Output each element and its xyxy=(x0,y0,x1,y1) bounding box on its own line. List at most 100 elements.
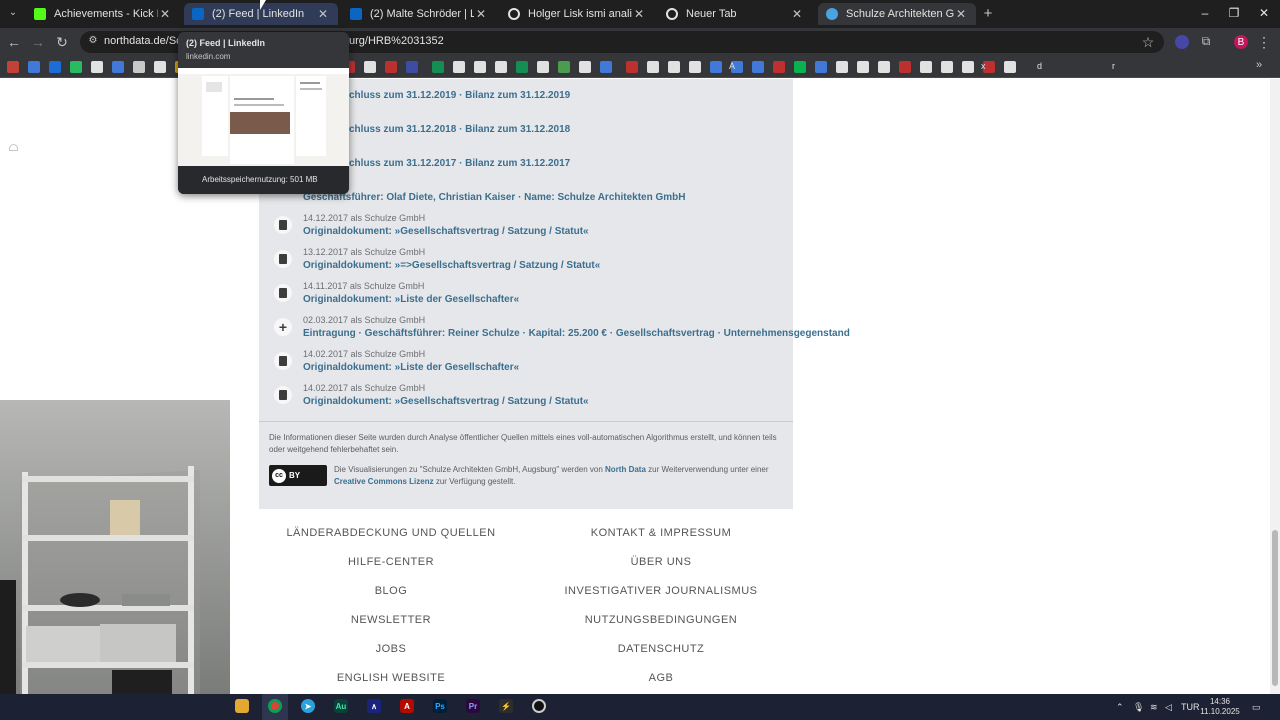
file-explorer-icon[interactable] xyxy=(235,699,249,713)
volume-icon[interactable]: ◁ xyxy=(1165,702,1172,713)
premiere-icon[interactable]: Pr xyxy=(466,699,480,713)
obs-icon[interactable] xyxy=(532,699,546,713)
tab-linkedin-malte[interactable]: (2) Malte Schröder | LinkedIn ✕ xyxy=(342,3,496,25)
minimize-button[interactable]: – xyxy=(1196,6,1214,20)
footer-link-journalism[interactable]: INVESTIGATIVER JOURNALISMUS xyxy=(530,585,792,597)
bookmark-favicon-icon[interactable] xyxy=(385,61,397,73)
extensions-puzzle-icon[interactable]: ⧉ xyxy=(1197,34,1215,49)
creative-commons-link[interactable]: Creative Commons Lizenz xyxy=(334,477,434,486)
bookmark-favicon-icon[interactable] xyxy=(878,61,890,73)
history-entry-title[interactable]: Originaldokument: »=>Gesellschaftsvertra… xyxy=(303,260,600,271)
history-entry-title[interactable]: Originaldokument: »Gesellschaftsvertrag … xyxy=(303,396,589,407)
bookmark-favicon-icon[interactable] xyxy=(432,61,444,73)
forward-icon[interactable]: → xyxy=(29,34,47,50)
photoshop-icon[interactable]: Ps xyxy=(433,699,447,713)
history-entry-title[interactable]: Originaldokument: »Liste der Gesellschaf… xyxy=(303,294,519,305)
bookmark-favicon-icon[interactable] xyxy=(752,61,764,73)
footer-link-jobs[interactable]: JOBS xyxy=(260,643,522,655)
bookmark-star-icon[interactable]: ☆ xyxy=(1139,34,1157,51)
bookmark-favicon-icon[interactable] xyxy=(836,61,848,73)
footer-link-agb[interactable]: AGB xyxy=(530,672,792,684)
bookmark-favicon-icon[interactable] xyxy=(7,61,19,73)
microphone-icon[interactable]: 🎙 xyxy=(1133,702,1144,713)
bookmark-favicon-icon[interactable] xyxy=(579,61,591,73)
footer-link-about[interactable]: ÜBER UNS xyxy=(530,556,792,568)
bookmark-favicon-icon[interactable] xyxy=(495,61,507,73)
bookmark-favicon-icon[interactable] xyxy=(364,61,376,73)
footer-link-help[interactable]: HILFE-CENTER xyxy=(260,556,522,568)
footer-link-privacy[interactable]: DATENSCHUTZ xyxy=(530,643,792,655)
menu-kebab-icon[interactable]: ⋮ xyxy=(1255,34,1273,51)
bookmark-favicon-icon[interactable] xyxy=(600,61,612,73)
bookmark-favicon-icon[interactable] xyxy=(453,61,465,73)
bookmark-favicon-icon[interactable] xyxy=(689,61,701,73)
close-icon[interactable]: ✕ xyxy=(954,7,968,21)
bookmark-favicon-icon[interactable] xyxy=(857,61,869,73)
tray-overflow-icon[interactable]: ⌃ xyxy=(1116,702,1124,713)
bookmark-favicon-icon[interactable] xyxy=(941,61,953,73)
tab-holger[interactable]: Holger Lisk ismi analizi ✕ xyxy=(500,3,654,25)
bookmark-favicon-icon[interactable] xyxy=(647,61,659,73)
close-icon[interactable]: ✕ xyxy=(316,7,330,21)
bookmark-favicon-icon[interactable] xyxy=(668,61,680,73)
bookmark-favicon-icon[interactable] xyxy=(558,61,570,73)
footer-link-terms[interactable]: NUTZUNGSBEDINGUNGEN xyxy=(530,614,792,626)
bookmark-favicon-icon[interactable] xyxy=(516,61,528,73)
bookmark-favicon-icon[interactable] xyxy=(794,61,806,73)
input-language[interactable]: TUR xyxy=(1181,702,1200,712)
bookmark-favicon-icon[interactable] xyxy=(537,61,549,73)
bookmark-favicon-icon[interactable] xyxy=(899,61,911,73)
bookmark-favicon-icon[interactable] xyxy=(1004,61,1016,73)
back-icon[interactable]: ← xyxy=(5,34,23,50)
extension-icon[interactable] xyxy=(1175,35,1189,49)
bookmark-favicon-icon[interactable] xyxy=(626,61,638,73)
notification-icon[interactable]: ▭ xyxy=(1252,702,1261,713)
bookmark-favicon-icon[interactable] xyxy=(133,61,145,73)
bookmark-favicon-icon[interactable] xyxy=(70,61,82,73)
footer-link-english[interactable]: ENGLISH WEBSITE xyxy=(260,672,522,684)
close-icon[interactable]: ✕ xyxy=(474,7,488,21)
new-tab-button[interactable]: + xyxy=(979,5,997,22)
history-entry-title[interactable]: Originaldokument: »Liste der Gesellschaf… xyxy=(303,362,519,373)
north-data-link[interactable]: North Data xyxy=(605,465,646,474)
bookmark-favicon-icon[interactable] xyxy=(710,61,722,73)
chrome-icon[interactable] xyxy=(268,699,282,713)
tab-new[interactable]: Neuer Tab ✕ xyxy=(658,3,812,25)
history-entry-title[interactable]: Originaldokument: »Gesellschaftsvertrag … xyxy=(303,226,589,237)
telegram-icon[interactable]: ➤ xyxy=(301,699,315,713)
bookmark-favicon-icon[interactable] xyxy=(154,61,166,73)
tab-search-icon[interactable]: ⌄ xyxy=(4,7,22,18)
close-icon[interactable]: ✕ xyxy=(158,7,172,21)
close-icon[interactable]: ✕ xyxy=(790,7,804,21)
bilanz-link[interactable]: chluss zum 31.12.2019 · Bilanz zum 31.12… xyxy=(349,90,570,101)
close-icon[interactable]: ✕ xyxy=(632,7,646,21)
scrollbar-thumb[interactable] xyxy=(1272,530,1278,686)
acrobat-icon[interactable]: A xyxy=(400,699,414,713)
profile-avatar[interactable]: B xyxy=(1234,35,1248,49)
wifi-icon[interactable]: ≋ xyxy=(1150,702,1158,713)
bookmark-favicon-icon[interactable] xyxy=(962,61,974,73)
history-entry-title[interactable]: Geschäftsführer: Olaf Diete, Christian K… xyxy=(303,192,686,203)
history-entry-title[interactable]: Eintragung · Geschäftsführer: Reiner Sch… xyxy=(303,328,850,339)
bookmark-favicon-icon[interactable] xyxy=(28,61,40,73)
bookmark-favicon-icon[interactable] xyxy=(406,61,418,73)
window-close-button[interactable]: ✕ xyxy=(1255,6,1273,20)
media-encoder-icon[interactable]: ⚡ xyxy=(499,699,513,713)
tab-northdata[interactable]: Schulze Architekten GmbH, Au ✕ xyxy=(818,3,976,25)
tab-kick[interactable]: Achievements - Kick Dashboard ✕ xyxy=(26,3,180,25)
footer-link-blog[interactable]: BLOG xyxy=(260,585,522,597)
taskbar-clock[interactable]: 14:36 11.10.2025 xyxy=(1200,697,1240,717)
bookmark-favicon-icon[interactable] xyxy=(815,61,827,73)
bookmark-favicon-icon[interactable] xyxy=(773,61,785,73)
bookmark-favicon-icon[interactable] xyxy=(49,61,61,73)
bookmark-favicon-icon[interactable] xyxy=(920,61,932,73)
bookmark-favicon-icon[interactable] xyxy=(474,61,486,73)
footer-link-coverage[interactable]: LÄNDERABDECKUNG UND QUELLEN xyxy=(260,527,522,539)
bookmarks-overflow-icon[interactable]: » xyxy=(1250,59,1268,71)
restore-button[interactable]: ❐ xyxy=(1225,6,1243,20)
audition-icon[interactable]: Au xyxy=(334,699,348,713)
affinity-icon[interactable]: ∧ xyxy=(367,699,381,713)
bilanz-link[interactable]: chluss zum 31.12.2018 · Bilanz zum 31.12… xyxy=(349,124,570,135)
footer-link-contact[interactable]: KONTAKT & IMPRESSUM xyxy=(530,527,792,539)
site-info-icon[interactable]: ⚙ xyxy=(84,35,102,46)
